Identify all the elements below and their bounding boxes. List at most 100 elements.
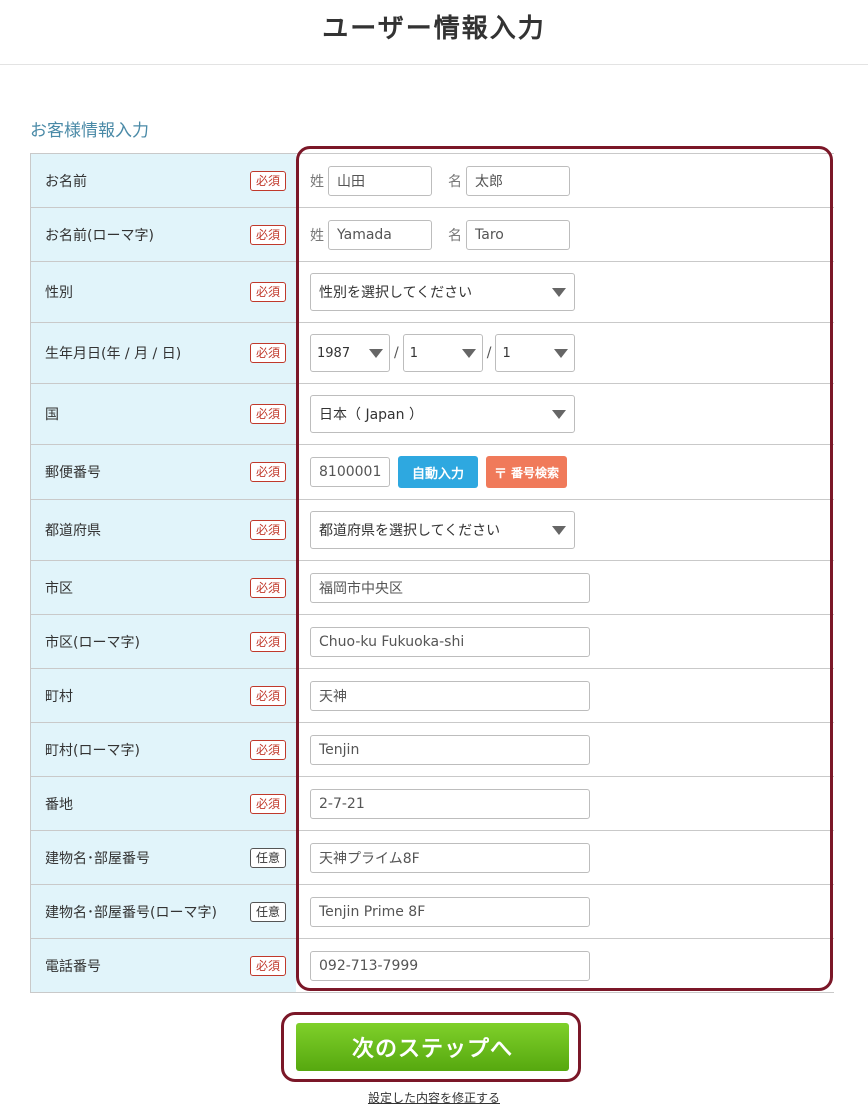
required-badge: 必須 xyxy=(249,404,286,424)
field-label-postal: 郵便番号 xyxy=(45,465,101,481)
country-select-value: 日本（ Japan ） xyxy=(319,407,423,423)
birth-day-select[interactable]: 1 xyxy=(495,334,576,372)
chevron-down-icon xyxy=(554,348,569,358)
value-cell-postal: 8100001 自動入力 〒 番号検索 xyxy=(296,445,834,499)
building-roman-input[interactable]: Tenjin Prime 8F xyxy=(310,896,590,927)
chevron-down-icon xyxy=(461,348,476,358)
chevron-down-icon xyxy=(369,348,383,358)
row-phone: 電話番号 必須 092-713-7999 xyxy=(31,939,834,993)
birth-year-value: 1987 xyxy=(317,345,351,361)
town-roman-input[interactable]: Tenjin xyxy=(310,734,590,765)
value-cell-prefecture: 都道府県を選択してください xyxy=(296,500,834,560)
field-label-building-roman: 建物名･部屋番号(ローマ字) xyxy=(45,904,217,921)
page-header: ユーザー情報入力 xyxy=(0,0,868,65)
postal-mark-icon: 〒 xyxy=(494,466,508,482)
required-badge: 必須 xyxy=(249,343,286,363)
value-cell-building: 天神プライム8F xyxy=(296,831,834,884)
field-label-town: 町村 xyxy=(45,688,73,705)
value-cell-town-roman: Tenjin xyxy=(296,723,834,776)
value-cell-birthdate: 1987 / 1 / 1 xyxy=(296,323,834,383)
required-badge: 必須 xyxy=(249,631,286,652)
address-input[interactable]: 2-7-21 xyxy=(310,788,590,819)
next-step-button[interactable]: 次のステップへ xyxy=(296,1023,569,1071)
auto-fill-button[interactable]: 自動入力 xyxy=(398,456,479,488)
birth-day-value: 1 xyxy=(502,345,511,361)
required-badge: 必須 xyxy=(249,577,286,598)
row-name: お名前 必須 姓 山田 名 太郎 xyxy=(31,154,834,208)
birth-year-select[interactable]: 1987 xyxy=(310,334,390,372)
label-cell-name: お名前 必須 xyxy=(31,154,296,207)
value-cell-city-roman: Chuo-ku Fukuoka-shi xyxy=(296,615,834,668)
last-name-roman-input[interactable]: Yamada xyxy=(328,219,432,250)
field-label-country: 国 xyxy=(45,407,59,423)
label-cell-name-roman: お名前(ローマ字) 必須 xyxy=(31,208,296,261)
label-cell-address: 番地 必須 xyxy=(31,777,296,830)
birth-month-value: 1 xyxy=(409,345,418,361)
row-prefecture: 都道府県 必須 都道府県を選択してください xyxy=(31,500,834,561)
row-city-roman: 市区(ローマ字) 必須 Chuo-ku Fukuoka-shi xyxy=(31,615,834,669)
prefecture-select-value: 都道府県を選択してください xyxy=(319,523,501,539)
required-badge: 必須 xyxy=(249,224,286,245)
postal-search-button[interactable]: 〒 番号検索 xyxy=(486,456,568,488)
first-name-roman-prefix: 名 xyxy=(448,227,462,244)
label-cell-birthdate: 生年月日(年 / 月 / 日) 必須 xyxy=(31,323,296,383)
row-gender: 性別 必須 性別を選択してください xyxy=(31,262,834,323)
postal-search-label: 番号検索 xyxy=(511,465,560,480)
required-badge: 必須 xyxy=(249,462,286,482)
field-label-town-roman: 町村(ローマ字) xyxy=(45,742,140,759)
first-name-roman-input[interactable]: Taro xyxy=(466,219,570,250)
field-label-city-roman: 市区(ローマ字) xyxy=(45,634,140,651)
customer-info-form: お名前 必須 姓 山田 名 太郎 お名前(ローマ字) 必須 姓 Yamada 名… xyxy=(30,153,834,993)
building-input[interactable]: 天神プライム8F xyxy=(310,842,590,873)
last-name-roman-prefix: 姓 xyxy=(310,227,324,244)
field-label-gender: 性別 xyxy=(45,285,73,301)
label-cell-town-roman: 町村(ローマ字) 必須 xyxy=(31,723,296,776)
value-cell-name-roman: 姓 Yamada 名 Taro xyxy=(296,208,834,261)
last-name-input[interactable]: 山田 xyxy=(328,165,432,196)
required-badge: 必須 xyxy=(249,282,286,302)
required-badge: 必須 xyxy=(249,520,286,540)
gender-select[interactable]: 性別を選択してください xyxy=(310,273,575,311)
section-title: お客様情報入力 xyxy=(30,121,149,141)
field-label-name-roman: お名前(ローマ字) xyxy=(45,227,154,244)
town-input[interactable]: 天神 xyxy=(310,680,590,711)
first-name-input[interactable]: 太郎 xyxy=(466,165,570,196)
label-cell-prefecture: 都道府県 必須 xyxy=(31,500,296,560)
field-label-phone: 電話番号 xyxy=(45,958,101,975)
phone-input[interactable]: 092-713-7999 xyxy=(310,950,590,981)
row-building: 建物名･部屋番号 任意 天神プライム8F xyxy=(31,831,834,885)
prefecture-select[interactable]: 都道府県を選択してください xyxy=(310,511,575,549)
row-town-roman: 町村(ローマ字) 必須 Tenjin xyxy=(31,723,834,777)
required-badge: 必須 xyxy=(249,170,286,191)
chevron-down-icon xyxy=(552,409,566,419)
required-badge: 必須 xyxy=(249,685,286,706)
optional-badge: 任意 xyxy=(249,847,286,868)
row-birthdate: 生年月日(年 / 月 / 日) 必須 1987 / 1 / 1 xyxy=(31,323,834,384)
date-separator: / xyxy=(394,345,399,361)
row-city: 市区 必須 福岡市中央区 xyxy=(31,561,834,615)
value-cell-city: 福岡市中央区 xyxy=(296,561,834,614)
row-country: 国 必須 日本（ Japan ） xyxy=(31,384,834,445)
value-cell-building-roman: Tenjin Prime 8F xyxy=(296,885,834,938)
modify-settings-link-text[interactable]: 設定した内容を修正する xyxy=(368,1091,500,1105)
row-name-roman: お名前(ローマ字) 必須 姓 Yamada 名 Taro xyxy=(31,208,834,262)
city-roman-input[interactable]: Chuo-ku Fukuoka-shi xyxy=(310,626,590,657)
label-cell-postal: 郵便番号 必須 xyxy=(31,445,296,499)
date-separator: / xyxy=(486,345,492,361)
value-cell-country: 日本（ Japan ） xyxy=(296,384,834,444)
modify-settings-link: 設定した内容を修正する xyxy=(0,1089,868,1106)
birth-month-select[interactable]: 1 xyxy=(402,334,483,372)
postal-code-input[interactable]: 8100001 xyxy=(310,457,390,487)
city-input[interactable]: 福岡市中央区 xyxy=(310,572,590,603)
field-label-birthdate: 生年月日(年 / 月 / 日) xyxy=(45,346,182,362)
field-label-address: 番地 xyxy=(45,796,73,813)
chevron-down-icon xyxy=(552,525,566,535)
label-cell-gender: 性別 必須 xyxy=(31,262,296,322)
country-select[interactable]: 日本（ Japan ） xyxy=(310,395,575,433)
label-cell-town: 町村 必須 xyxy=(31,669,296,722)
chevron-down-icon xyxy=(552,287,566,297)
optional-badge: 任意 xyxy=(249,901,286,922)
label-cell-phone: 電話番号 必須 xyxy=(31,939,296,992)
value-cell-name: 姓 山田 名 太郎 xyxy=(296,154,834,207)
value-cell-address: 2-7-21 xyxy=(296,777,834,830)
